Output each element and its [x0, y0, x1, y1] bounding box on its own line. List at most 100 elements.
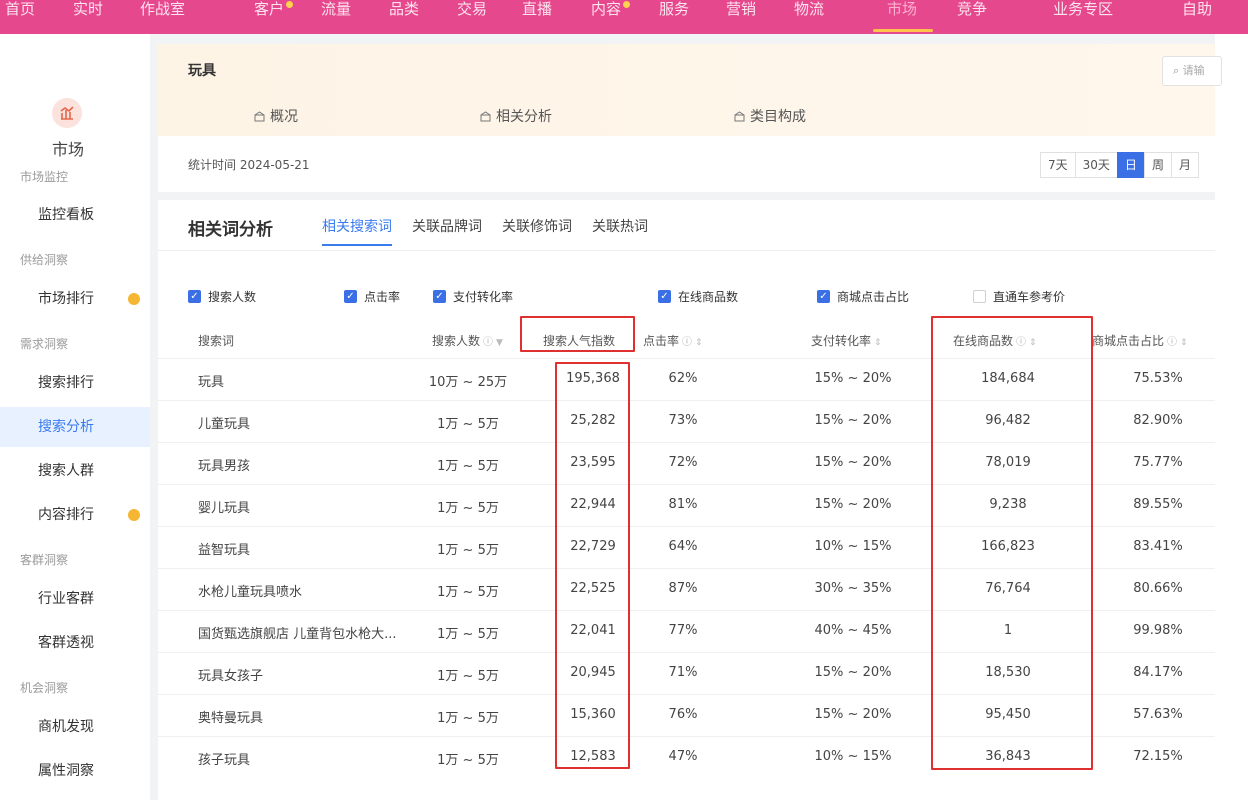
nav-item-competition[interactable]: 竞争	[957, 0, 987, 30]
header-card: 玩具 ⌕ 请输 概况 相关分析 类目构成 统计时间 2024-05-21 7天 …	[158, 44, 1222, 192]
checkbox-label: 搜索人数	[208, 290, 257, 304]
sidebar-item-industry-crowd[interactable]: 行业客群	[0, 579, 150, 619]
cell-word: 孩子玩具	[198, 753, 251, 768]
tab-category-composition[interactable]: 类目构成	[734, 106, 806, 126]
sidebar-item-crowd-insight[interactable]: 客群透视	[0, 623, 150, 663]
cell-conversion: 15% ~ 20%	[814, 497, 892, 512]
sidebar-item-opportunity[interactable]: 商机发现	[0, 707, 150, 747]
cell-mall-click: 75.77%	[1133, 455, 1183, 470]
nav-item-logistics[interactable]: 物流	[794, 0, 824, 30]
nav-badge-dot	[623, 1, 630, 8]
nav-item-war-room[interactable]: 作战室	[140, 0, 185, 30]
col-header-search-people[interactable]: 搜索人数 ⓘ ▼	[432, 332, 503, 349]
cell-word: 儿童玩具	[198, 417, 251, 432]
cell-ctr: 76%	[668, 707, 698, 722]
nav-item-service[interactable]: 服务	[659, 0, 689, 30]
sort-desc-icon[interactable]: ▼	[496, 338, 503, 348]
checkbox-search-people[interactable]: ✓ 搜索人数	[188, 288, 256, 305]
checkbox-ctr[interactable]: ✓ 点击率	[344, 288, 400, 305]
sidebar-group-label: 需求洞察	[20, 337, 69, 351]
nav-item-market[interactable]: 市场	[887, 0, 917, 30]
checkbox-label: 在线商品数	[678, 290, 739, 304]
tab-related-analysis[interactable]: 相关分析	[480, 106, 552, 126]
range-30-days[interactable]: 30天	[1074, 152, 1118, 178]
nav-item-category[interactable]: 品类	[389, 0, 419, 30]
tab-label: 相关分析	[496, 109, 552, 125]
sidebar-item-label: 监控看板	[38, 207, 94, 223]
top-nav: 首页 实时 作战室 客户 流量 品类 交易 直播 内容 服务 营销 物流 市场 …	[0, 0, 1248, 34]
cell-word: 益智玩具	[198, 543, 251, 558]
nav-item-home[interactable]: 首页	[5, 0, 35, 30]
cell-ctr: 64%	[668, 539, 698, 554]
cell-ctr: 73%	[668, 413, 698, 428]
tab-hot-words[interactable]: 关联热词	[592, 216, 648, 236]
sidebar: 市场 市场监控 监控看板 供给洞察 市场排行 需求洞察 搜索排行 搜索分析 搜索…	[0, 34, 150, 800]
checkbox-online-goods[interactable]: ✓ 在线商品数	[658, 288, 738, 305]
sidebar-item-search-analysis[interactable]: 搜索分析	[0, 407, 150, 447]
sidebar-item-content-rank[interactable]: 内容排行	[0, 495, 150, 535]
sidebar-item-search-crowd[interactable]: 搜索人群	[0, 451, 150, 491]
nav-active-indicator	[873, 29, 933, 32]
search-input[interactable]: ⌕ 请输	[1162, 56, 1222, 86]
help-icon[interactable]: ⓘ	[483, 337, 493, 348]
sidebar-item-attribute-insight[interactable]: 属性洞察	[0, 751, 150, 791]
highlight-box-popularity-header	[520, 316, 635, 352]
range-week[interactable]: 周	[1143, 152, 1172, 178]
range-7-days[interactable]: 7天	[1040, 152, 1076, 178]
sort-icon[interactable]: ⇕	[695, 338, 703, 348]
sort-icon[interactable]: ⇕	[1180, 338, 1188, 348]
col-header-label: 点击率	[643, 334, 680, 348]
sidebar-item-search-rank[interactable]: 搜索排行	[0, 363, 150, 403]
col-header-mall-click[interactable]: 商城点击占比 ⓘ ⇕	[1092, 332, 1188, 349]
home-icon	[734, 110, 745, 121]
nav-item-trade[interactable]: 交易	[457, 0, 487, 30]
nav-item-marketing[interactable]: 营销	[726, 0, 756, 30]
cell-ctr: 77%	[668, 623, 698, 638]
check-icon: ✓	[344, 290, 357, 303]
checkbox-conversion[interactable]: ✓ 支付转化率	[433, 288, 513, 305]
checkbox-ztc-price[interactable]: 直通车参考价	[973, 288, 1065, 305]
help-icon[interactable]: ⓘ	[1167, 337, 1177, 348]
nav-item-self-service[interactable]: 自助	[1182, 0, 1212, 30]
nav-item-customer[interactable]: 客户	[254, 0, 284, 30]
right-margin	[1215, 34, 1248, 800]
cell-conversion: 15% ~ 20%	[814, 707, 892, 722]
cell-conversion: 15% ~ 20%	[814, 455, 892, 470]
new-badge-dot	[128, 293, 140, 305]
checkbox-mall-click[interactable]: ✓ 商城点击占比	[817, 288, 909, 305]
nav-item-traffic[interactable]: 流量	[321, 0, 351, 30]
checkbox-label: 点击率	[364, 290, 401, 304]
cell-ctr: 81%	[668, 497, 698, 512]
nav-item-live[interactable]: 直播	[522, 0, 552, 30]
cell-mall-click: 89.55%	[1133, 497, 1183, 512]
tab-related-search-words[interactable]: 相关搜索词	[322, 216, 392, 236]
col-header-ctr[interactable]: 点击率 ⓘ ⇕	[643, 332, 703, 349]
nav-item-business-zone[interactable]: 业务专区	[1053, 0, 1113, 30]
cell-conversion: 15% ~ 20%	[814, 371, 892, 386]
sidebar-item-label: 行业客群	[38, 591, 94, 607]
cell-mall-click: 99.98%	[1133, 623, 1183, 638]
col-header-conversion[interactable]: 支付转化率 ⇕	[811, 332, 882, 349]
tab-label: 概况	[270, 109, 298, 125]
sidebar-group-label: 客群洞察	[20, 553, 69, 567]
tab-brand-words[interactable]: 关联品牌词	[412, 216, 482, 236]
sidebar-item-label: 搜索人群	[38, 463, 94, 479]
home-icon	[480, 110, 491, 121]
nav-item-content[interactable]: 内容	[591, 0, 621, 30]
check-icon: ✓	[817, 290, 830, 303]
range-month[interactable]: 月	[1170, 152, 1199, 178]
sort-icon[interactable]: ⇕	[874, 338, 882, 348]
sidebar-item-monitor-board[interactable]: 监控看板	[0, 195, 150, 235]
divider	[158, 250, 1215, 251]
checkbox-label: 直通车参考价	[993, 290, 1066, 304]
check-icon: ✓	[433, 290, 446, 303]
sidebar-item-market-rank[interactable]: 市场排行	[0, 279, 150, 319]
range-day[interactable]: 日	[1116, 152, 1145, 178]
tab-modifier-words[interactable]: 关联修饰词	[502, 216, 572, 236]
cell-search-people: 1万 ~ 5万	[437, 669, 499, 684]
col-header-word: 搜索词	[198, 332, 234, 349]
help-icon[interactable]: ⓘ	[682, 337, 692, 348]
analysis-tabs: 相关搜索词 关联品牌词 关联修饰词 关联热词	[322, 216, 648, 236]
tab-overview[interactable]: 概况	[254, 106, 298, 126]
nav-item-realtime[interactable]: 实时	[73, 0, 103, 30]
